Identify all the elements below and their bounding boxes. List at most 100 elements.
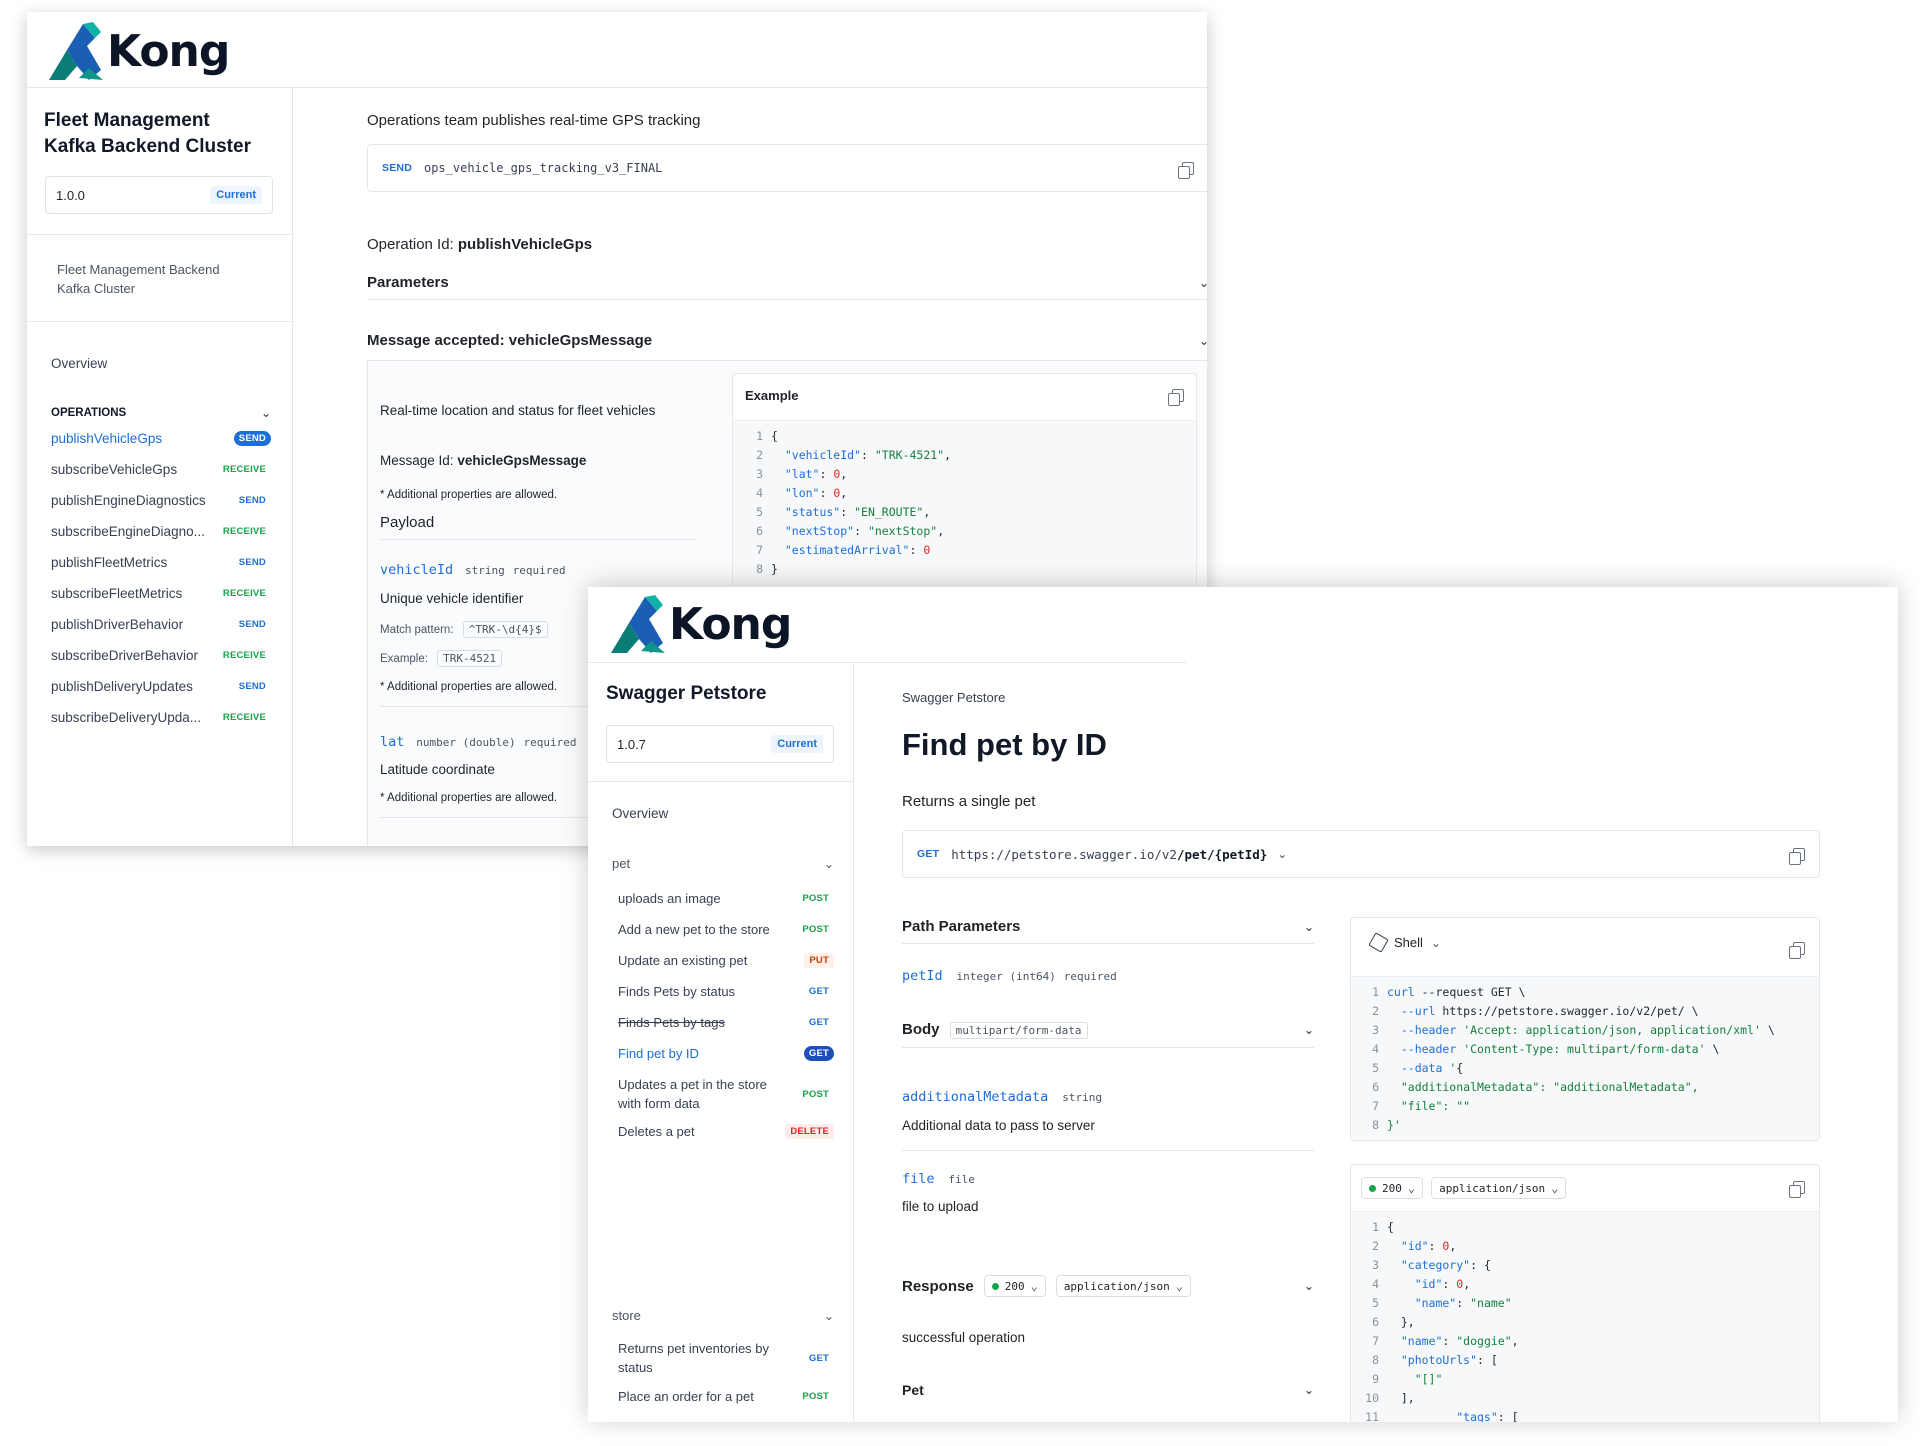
main-content: Swagger Petstore Find pet by ID Returns … — [854, 587, 1898, 1422]
language-select[interactable]: Shell ⌄ — [1368, 932, 1441, 953]
message-section[interactable]: Message accepted: vehicleGpsMessage ⌄ — [367, 332, 1207, 357]
sidebar-item-label: publishDeliveryUpdates — [51, 679, 193, 694]
example-row: Example: TRK-4521 — [380, 650, 503, 667]
pet-schema-section[interactable]: Pet ⌄ — [902, 1382, 1314, 1406]
sidebar-item-updates-a-pet-in-the-store-with-form-data[interactable]: Updates a pet in the store with form dat… — [618, 1075, 834, 1113]
additional-properties-note: * Additional properties are allowed. — [380, 489, 558, 501]
sidebar: Swagger Petstore 1.0.7 Current Overview … — [588, 663, 854, 1422]
sidebar-item-publishvehiclegps[interactable]: publishVehicleGps SEND — [51, 431, 271, 446]
language-label: Shell — [1394, 935, 1423, 950]
breadcrumb[interactable]: Swagger Petstore — [902, 690, 1005, 705]
chevron-down-icon: ⌄ — [823, 856, 834, 871]
chevron-down-icon: ⌄ — [1303, 919, 1314, 934]
kong-logo[interactable]: Kong — [605, 593, 792, 655]
message-accepted-label: Message accepted: vehicleGpsMessage — [367, 332, 653, 349]
method-badge: POST — [802, 893, 829, 904]
operation-summary: Operations team publishes real-time GPS … — [367, 112, 701, 129]
sidebar-item-label: Finds Pets by status — [618, 984, 736, 999]
divider — [27, 234, 292, 235]
body-field-file: file file — [902, 1171, 975, 1187]
body-section[interactable]: Body multipart/form-data ⌄ — [902, 1021, 1314, 1048]
body-heading: Body multipart/form-data — [902, 1021, 1088, 1039]
store-group-label: store — [612, 1308, 641, 1323]
copy-icon[interactable] — [1789, 942, 1805, 959]
method-badge: GET — [808, 986, 829, 997]
sidebar-item-subscribedeliveryupda[interactable]: subscribeDeliveryUpda... RECEIVE — [51, 710, 271, 725]
operation-badge: SEND — [238, 495, 266, 506]
operation-badge: SEND — [233, 431, 271, 446]
endpoint-box: GET https://petstore.swagger.io/v2/pet/{… — [902, 830, 1820, 878]
parameters-section[interactable]: Parameters ⌄ — [367, 274, 1207, 300]
copy-icon[interactable] — [1178, 162, 1194, 179]
content-type-select[interactable]: application/json ⌄ — [1055, 1275, 1192, 1297]
content-type-select[interactable]: application/json ⌄ — [1431, 1177, 1567, 1199]
sidebar-item-add-a-new-pet-to-the-store[interactable]: Add a new pet to the store POST — [618, 920, 834, 939]
path-parameters-section[interactable]: Path Parameters ⌄ — [902, 918, 1314, 944]
response-heading: Response 200 ⌄ application/json ⌄ — [902, 1275, 1192, 1297]
response-description: successful operation — [902, 1330, 1026, 1345]
nav-overview[interactable]: Overview — [51, 356, 107, 371]
chevron-down-icon: ⌄ — [1198, 275, 1207, 290]
copy-icon[interactable] — [1789, 848, 1805, 865]
sidebar-item-label: Find purchase order by ID — [618, 1418, 768, 1422]
sidebar-item-finds-pets-by-status[interactable]: Finds Pets by status GET — [618, 982, 834, 1001]
sidebar-item-label: Update an existing pet — [618, 953, 748, 968]
sidebar-item-returns-pet-inventories-by-status[interactable]: Returns pet inventories by status GET — [618, 1339, 834, 1377]
sidebar-item-uploads-an-image[interactable]: uploads an image POST — [618, 889, 834, 908]
sidebar-item-subscribefleetmetrics[interactable]: subscribeFleetMetrics RECEIVE — [51, 586, 271, 601]
sidebar-item-finds-pets-by-tags[interactable]: Finds Pets by tags GET — [618, 1013, 834, 1032]
nav-overview[interactable]: Overview — [612, 806, 668, 821]
version-select[interactable]: 1.0.0 Current — [45, 176, 273, 214]
method-badge: POST — [802, 1088, 829, 1100]
kong-logo[interactable]: Kong — [43, 20, 230, 82]
copy-icon[interactable] — [1789, 1181, 1805, 1198]
body-field-additionalMetadata: additionalMetadata string — [902, 1089, 1102, 1105]
sidebar-item-publishdeliveryupdates[interactable]: publishDeliveryUpdates SEND — [51, 679, 271, 694]
api-description: Fleet Management Backend Kafka Cluster — [57, 262, 220, 296]
sidebar-item-label: Returns pet inventories by status — [618, 1341, 770, 1375]
version-value: 1.0.7 — [617, 736, 646, 752]
payload-heading: Payload — [380, 514, 695, 540]
sidebar-item-place-an-order-for-a-pet[interactable]: Place an order for a pet POST — [618, 1387, 834, 1406]
operation-badge: RECEIVE — [222, 650, 266, 661]
example-panel: Example 1{2 "vehicleId": "TRK-4521", 3 "l… — [732, 373, 1197, 588]
divider — [27, 321, 292, 322]
message-description: Real-time location and status for fleet … — [380, 403, 656, 418]
sidebar-item-update-an-existing-pet[interactable]: Update an existing pet PUT — [618, 951, 834, 970]
response-section[interactable]: Response 200 ⌄ application/json ⌄ ⌄ — [902, 1275, 1314, 1305]
sidebar-item-deletes-a-pet[interactable]: Deletes a pet DELETE — [618, 1122, 834, 1141]
sidebar-item-publishenginediagnostics[interactable]: publishEngineDiagnostics SEND — [51, 493, 271, 508]
chevron-down-icon: ⌄ — [1303, 1023, 1314, 1037]
method-badge: GET — [804, 1420, 834, 1422]
chevron-down-icon: ⌄ — [1430, 935, 1441, 950]
sidebar-item-publishdriverbehavior[interactable]: publishDriverBehavior SEND — [51, 617, 271, 632]
additional-properties-note: * Additional properties are allowed. — [380, 792, 558, 804]
operation-badge: SEND — [238, 681, 266, 692]
status-select[interactable]: 200 ⌄ — [983, 1275, 1046, 1297]
example-code: 1{2 "vehicleId": "TRK-4521", 3 "lat": 0, 4… — [733, 420, 1196, 587]
sidebar-item-publishfleetmetrics[interactable]: publishFleetMetrics SEND — [51, 555, 271, 570]
sidebar-item-subscribevehiclegps[interactable]: subscribeVehicleGps RECEIVE — [51, 462, 271, 477]
sidebar-item-find-purchase-order-by-id[interactable]: Find purchase order by ID GET — [618, 1418, 834, 1422]
chevron-down-icon[interactable]: ⌄ — [1277, 847, 1287, 861]
copy-icon[interactable] — [1168, 389, 1184, 406]
field-vehicleId: vehicleId string required — [380, 562, 566, 578]
kong-wordmark: Kong — [107, 25, 230, 77]
sidebar-item-subscribedriverbehavior[interactable]: subscribeDriverBehavior RECEIVE — [51, 648, 271, 663]
operations-group[interactable]: OPERATIONS ⌄ — [51, 406, 271, 420]
pet-group[interactable]: pet ⌄ — [612, 856, 834, 871]
status-select[interactable]: 200 ⌄ — [1361, 1177, 1424, 1199]
endpoint-url: https://petstore.swagger.io/v2/pet/{petI… — [951, 846, 1268, 862]
header: Kong — [27, 12, 1207, 88]
page-title: Find pet by ID — [902, 727, 1107, 762]
sidebar-item-subscribeenginediagno[interactable]: subscribeEngineDiagno... RECEIVE — [51, 524, 271, 539]
sidebar-item-find-pet-by-id[interactable]: Find pet by ID GET — [618, 1044, 834, 1063]
operation-id: Operation Id: publishVehicleGps — [367, 236, 593, 253]
kong-wordmark: Kong — [669, 598, 792, 650]
operation-badge: RECEIVE — [222, 588, 266, 599]
sidebar-item-label: Updates a pet in the store with form dat… — [618, 1077, 767, 1111]
method-badge: DELETE — [785, 1124, 834, 1139]
pattern-row: Match pattern: ^TRK-\d{4}$ — [380, 621, 548, 638]
version-select[interactable]: 1.0.7 Current — [606, 725, 834, 763]
store-group[interactable]: store ⌄ — [612, 1308, 834, 1323]
